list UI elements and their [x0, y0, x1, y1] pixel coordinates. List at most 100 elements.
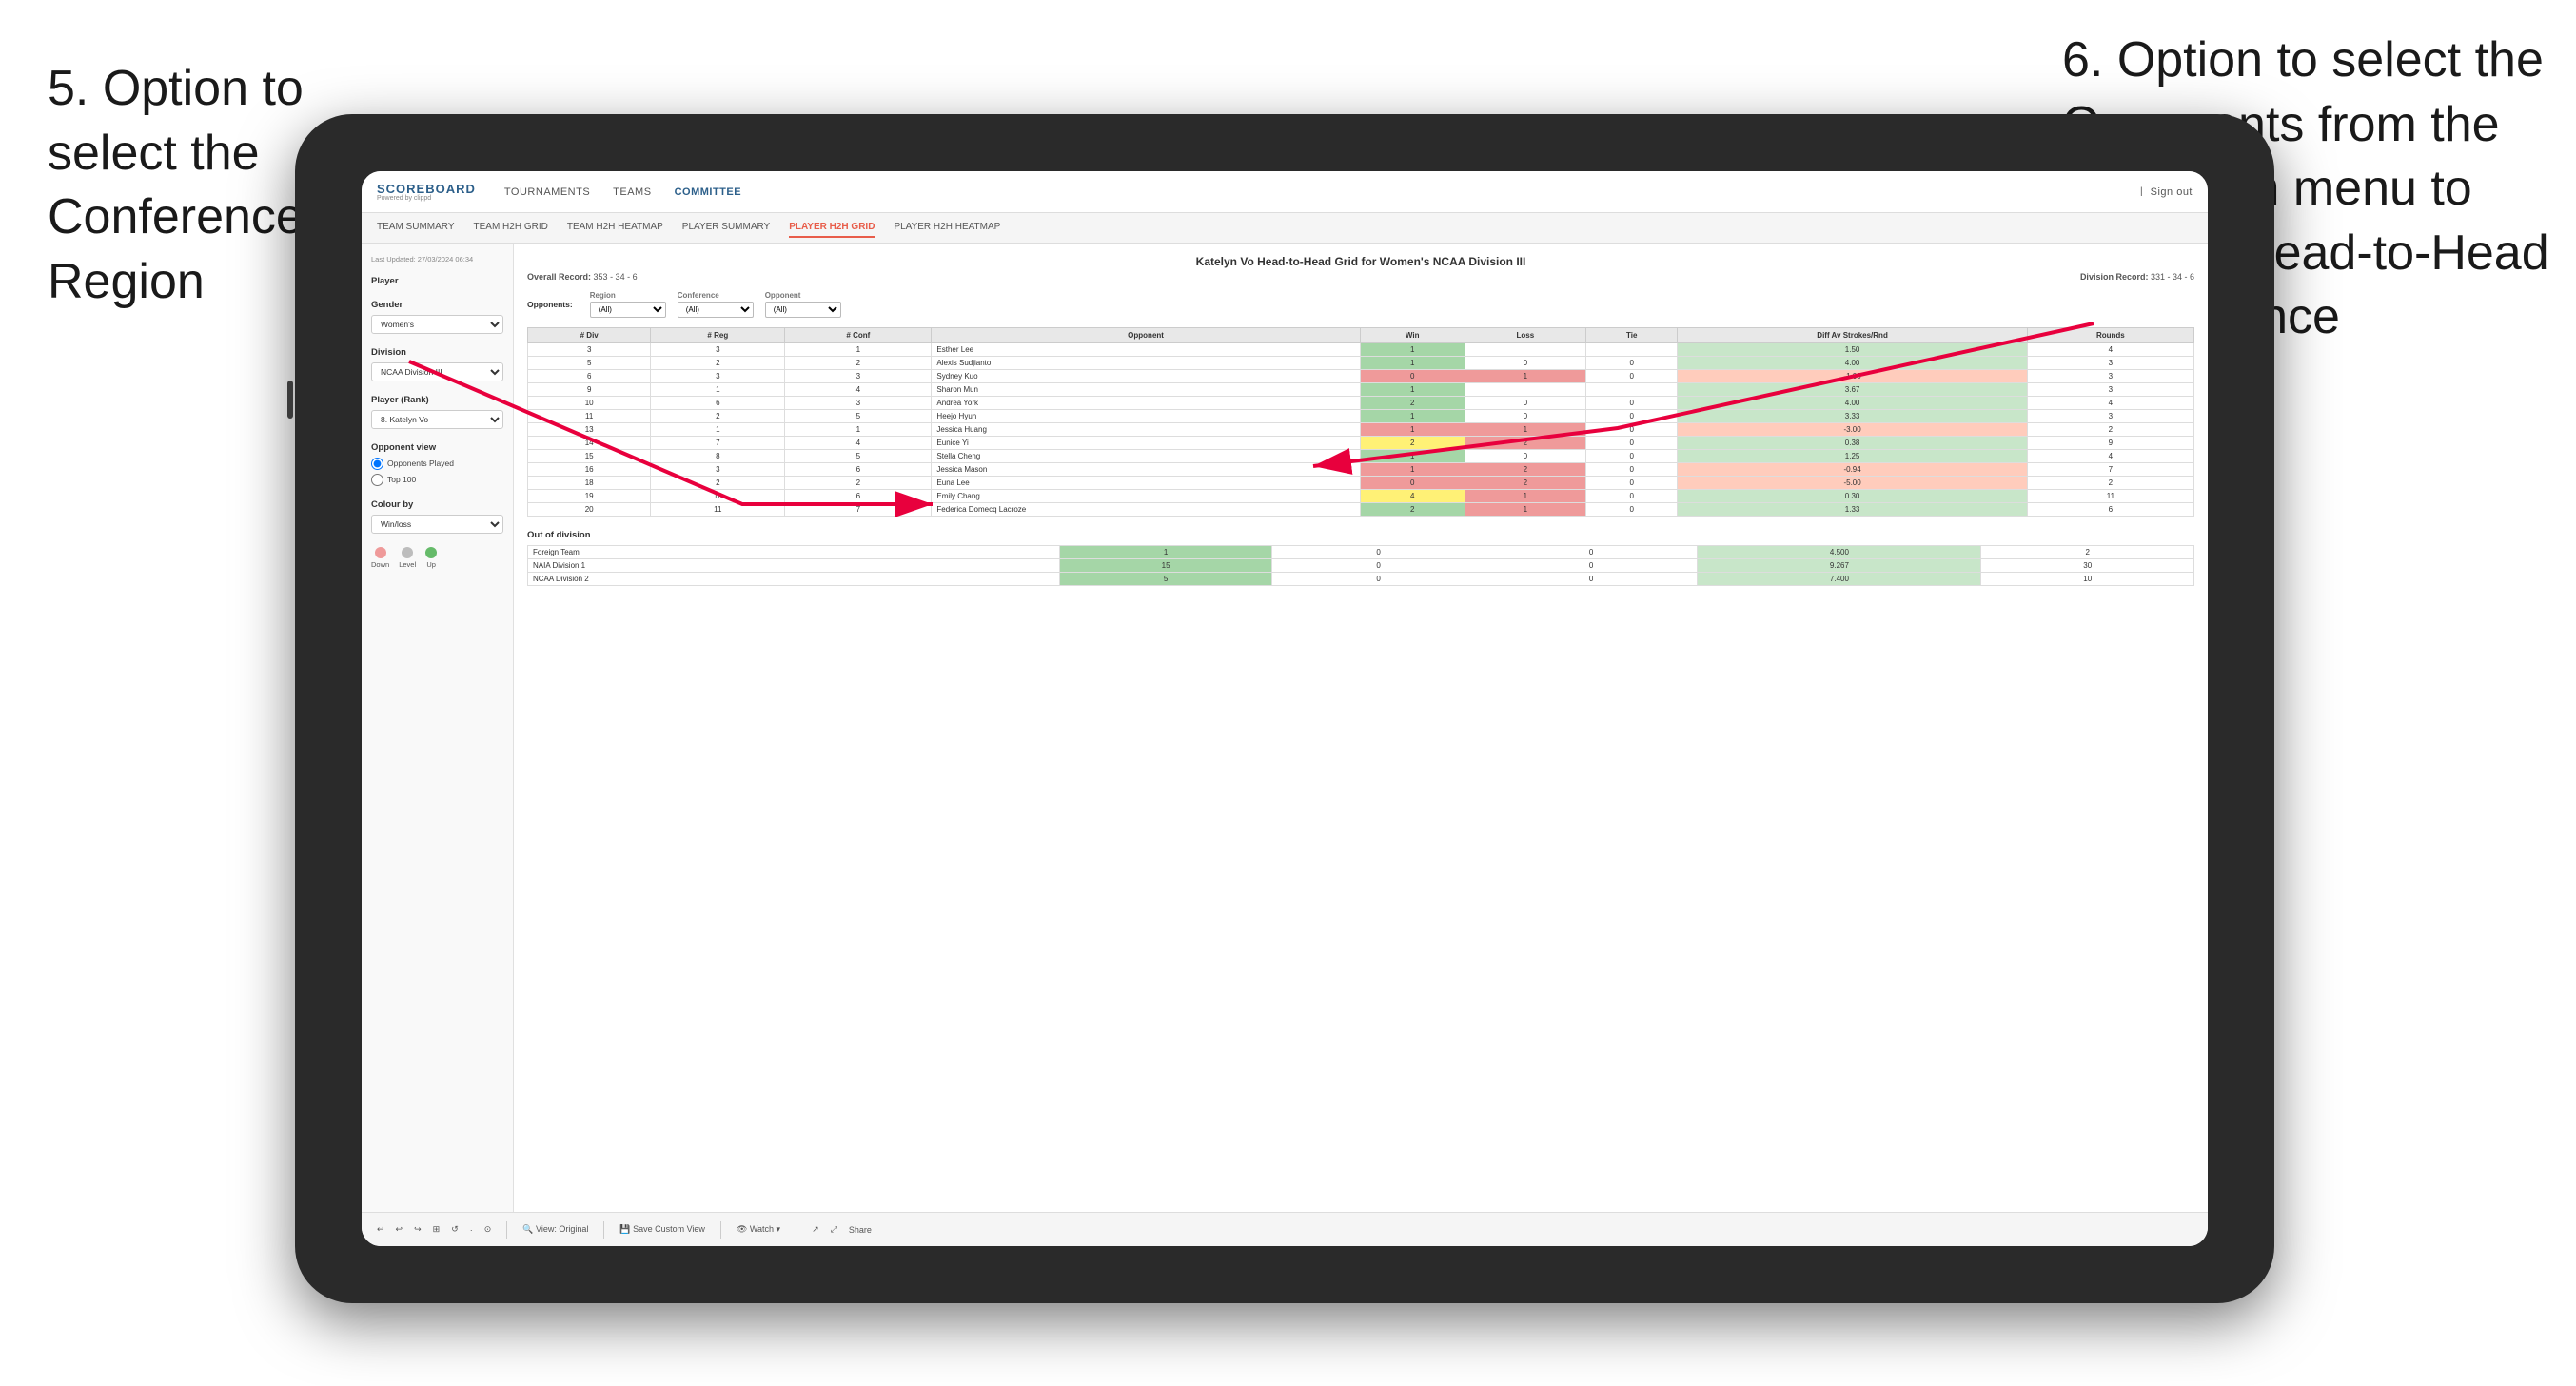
cell-win: 1 [1360, 383, 1465, 397]
ood-cell-diff: 9.267 [1698, 559, 1981, 573]
table-row: 15 8 5 Stella Cheng 1 0 0 1.25 4 [528, 450, 2194, 463]
toolbar-redo[interactable]: ↪ [414, 1224, 422, 1235]
ood-cell-opponent: Foreign Team [528, 546, 1060, 559]
sign-out-link[interactable]: Sign out [2151, 183, 2193, 202]
toolbar-view-original[interactable]: 🔍 View: Original [522, 1224, 588, 1235]
ood-cell-win: 5 [1059, 573, 1272, 586]
ood-cell-rounds: 10 [1981, 573, 2194, 586]
cell-win: 1 [1360, 423, 1465, 437]
cell-diff: 1.25 [1678, 450, 2027, 463]
cell-rounds: 3 [2027, 410, 2193, 423]
ood-cell-rounds: 30 [1981, 559, 2194, 573]
ood-cell-opponent: NCAA Division 2 [528, 573, 1060, 586]
nav-committee[interactable]: COMMITTEE [675, 183, 742, 202]
cell-rounds: 3 [2027, 370, 2193, 383]
tablet-side-button [287, 381, 293, 419]
cell-div: 19 [528, 490, 651, 503]
col-tie: Tie [1586, 328, 1678, 343]
radio-opponents-played[interactable]: Opponents Played [371, 458, 503, 470]
gender-select[interactable]: Women's [371, 315, 503, 334]
cell-reg: 8 [651, 450, 785, 463]
nav-tournaments[interactable]: TOURNAMENTS [504, 183, 590, 202]
tab-team-summary[interactable]: TEAM SUMMARY [377, 218, 455, 238]
player-rank-select[interactable]: 8. Katelyn Vo [371, 410, 503, 429]
tablet-frame: SCOREBOARD Powered by clippd TOURNAMENTS… [295, 114, 2274, 1303]
conference-filter-select[interactable]: (All) [678, 302, 754, 318]
gender-label: Gender [371, 300, 503, 310]
table-row: 6 3 3 Sydney Kuo 0 1 0 -1.00 3 [528, 370, 2194, 383]
toolbar-share[interactable]: Share [849, 1225, 872, 1235]
division-record-label: Division Record: [2080, 272, 2149, 282]
ood-cell-loss: 0 [1272, 573, 1485, 586]
cell-rounds: 9 [2027, 437, 2193, 450]
division-select[interactable]: NCAA Division III [371, 362, 503, 381]
cell-diff: 4.00 [1678, 357, 2027, 370]
radio-opponents-played-label: Opponents Played [387, 459, 454, 468]
color-dot-down [375, 547, 386, 558]
opponent-filter-group: Opponent (All) [765, 291, 841, 318]
cell-tie: 0 [1586, 450, 1678, 463]
opponent-filter-select[interactable]: (All) [765, 302, 841, 318]
tab-player-h2h-grid[interactable]: PLAYER H2H GRID [789, 218, 875, 238]
region-filter-select[interactable]: (All) [590, 302, 666, 318]
tab-player-h2h-heatmap[interactable]: PLAYER H2H HEATMAP [894, 218, 1000, 238]
cell-tie: 0 [1586, 463, 1678, 477]
tab-team-h2h-heatmap[interactable]: TEAM H2H HEATMAP [567, 218, 663, 238]
cell-win: 4 [1360, 490, 1465, 503]
cell-reg: 3 [651, 343, 785, 357]
nav-teams[interactable]: TEAMS [613, 183, 651, 202]
cell-diff: 3.33 [1678, 410, 2027, 423]
ood-cell-win: 15 [1059, 559, 1272, 573]
cell-diff: 1.33 [1678, 503, 2027, 517]
toolbar-dot[interactable]: · [470, 1225, 473, 1235]
tab-player-summary[interactable]: PLAYER SUMMARY [682, 218, 770, 238]
cell-win: 2 [1360, 397, 1465, 410]
toolbar-refresh[interactable]: ↺ [451, 1224, 459, 1235]
toolbar-grid[interactable]: ⊞ [433, 1224, 441, 1235]
opponent-view-radio-group: Opponents Played Top 100 [371, 458, 503, 486]
table-body: 3 3 1 Esther Lee 1 1.50 4 5 2 2 Alexis S… [528, 343, 2194, 517]
toolbar-watch[interactable]: 👁 Watch ▾ [737, 1224, 780, 1235]
toolbar-undo2[interactable]: ↩ [396, 1224, 403, 1235]
cell-loss [1465, 383, 1585, 397]
overall-record-value: 353 - 34 - 6 [594, 272, 638, 282]
toolbar-undo[interactable]: ↩ [377, 1224, 384, 1235]
cell-div: 14 [528, 437, 651, 450]
color-dot-level [402, 547, 413, 558]
color-label-up: Up [426, 560, 436, 569]
toolbar-share-icon[interactable]: ↗ [812, 1224, 819, 1235]
cell-loss: 1 [1465, 490, 1585, 503]
cell-opponent: Eunice Yi [932, 437, 1360, 450]
cell-reg: 1 [651, 383, 785, 397]
ood-cell-diff: 4.500 [1698, 546, 1981, 559]
cell-loss: 1 [1465, 370, 1585, 383]
cell-win: 0 [1360, 477, 1465, 490]
colour-by-section: Colour by Win/loss [371, 499, 503, 534]
table-row: 5 2 2 Alexis Sudjianto 1 0 0 4.00 3 [528, 357, 2194, 370]
logo-area: SCOREBOARD Powered by clippd [377, 183, 476, 202]
toolbar-divider-1 [506, 1221, 507, 1239]
nav-right: | Sign out [2140, 183, 2193, 202]
toolbar-expand-icon[interactable]: ⤢ [831, 1224, 837, 1235]
color-label-level: Level [399, 560, 416, 569]
records-row: Overall Record: 353 - 34 - 6 Division Re… [527, 272, 2194, 282]
colour-by-select[interactable]: Win/loss [371, 515, 503, 534]
cell-opponent: Sydney Kuo [932, 370, 1360, 383]
cell-loss: 2 [1465, 477, 1585, 490]
cell-win: 1 [1360, 463, 1465, 477]
cell-diff: -1.00 [1678, 370, 2027, 383]
cell-tie: 0 [1586, 397, 1678, 410]
cell-conf: 6 [785, 490, 932, 503]
ood-cell-win: 1 [1059, 546, 1272, 559]
cell-loss: 1 [1465, 423, 1585, 437]
cell-tie: 0 [1586, 437, 1678, 450]
toolbar-save-custom[interactable]: 💾 Save Custom View [619, 1224, 705, 1235]
radio-top100[interactable]: Top 100 [371, 474, 503, 486]
cell-rounds: 4 [2027, 397, 2193, 410]
opponents-filter-label: Opponents: [527, 300, 573, 309]
toolbar-eye[interactable]: ⊙ [484, 1224, 492, 1235]
cell-diff: 0.38 [1678, 437, 2027, 450]
color-dot-up [425, 547, 437, 558]
table-row: 11 2 5 Heejo Hyun 1 0 0 3.33 3 [528, 410, 2194, 423]
tab-team-h2h-grid[interactable]: TEAM H2H GRID [474, 218, 548, 238]
